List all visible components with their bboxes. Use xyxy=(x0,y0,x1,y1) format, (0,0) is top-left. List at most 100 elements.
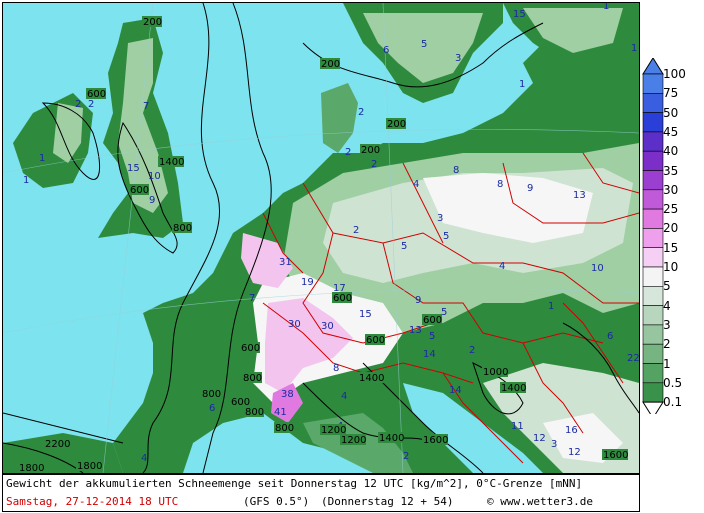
freezing-level-label: 600 xyxy=(366,335,385,346)
legend-value: 10 xyxy=(663,260,679,274)
snow-amount-label: 15 xyxy=(513,9,526,20)
chart-frame: 15 6 5 3 1 1 1 2 2 1 1 7 15 10 9 2 2 2 4 8 8 9 13 2 5 3 5 4 31 19 17 7 3… xyxy=(0,0,704,513)
freezing-level-label: 200 xyxy=(321,59,340,70)
freezing-level-label: 1600 xyxy=(603,450,628,461)
freezing-level-label: 600 xyxy=(423,315,442,326)
freezing-level-label: 1800 xyxy=(77,461,102,472)
snow-amount-label: 5 xyxy=(429,331,435,342)
caption-copyright: © www.wetter3.de xyxy=(487,495,593,508)
freezing-level-label: 800 xyxy=(243,373,262,384)
snow-amount-label: 5 xyxy=(443,231,449,242)
snow-amount-label: 13 xyxy=(409,325,422,336)
snow-amount-label: 4 xyxy=(141,453,147,464)
snow-amount-label: 1 xyxy=(603,3,609,12)
snow-amount-label: 3 xyxy=(455,53,461,64)
freezing-level-label: 1400 xyxy=(359,373,384,384)
snow-amount-label: 1 xyxy=(39,153,45,164)
freezing-level-label: 1400 xyxy=(501,383,526,394)
legend-value: 1 xyxy=(663,356,671,371)
legend-colorbar xyxy=(642,58,664,414)
legend-value: 2 xyxy=(663,337,671,352)
freezing-level-label: 1600 xyxy=(423,435,448,446)
snow-amount-label: 6 xyxy=(607,331,613,342)
snow-amount-label: 2 xyxy=(353,225,359,236)
legend-value: 20 xyxy=(663,221,679,236)
snow-amount-label: 2 xyxy=(345,147,351,158)
legend-swatch xyxy=(642,324,664,345)
snow-amount-label: 14 xyxy=(449,385,462,396)
caption-date: Samstag, 27-12-2014 18 UTC xyxy=(6,495,179,508)
snow-amount-label: 1 xyxy=(631,43,637,54)
snow-amount-label: 10 xyxy=(148,171,161,182)
snow-amount-label: 4 xyxy=(499,261,505,272)
snow-amount-label: 30 xyxy=(321,321,334,332)
freezing-level-label: 200 xyxy=(387,119,406,130)
legend-value: 30 xyxy=(663,182,679,197)
snow-amount-label: 12 xyxy=(533,433,546,444)
snow-amount-label: 2 xyxy=(88,99,94,110)
legend-swatch xyxy=(642,247,664,268)
map-canvas: 156531112 211715109222488 9132535431191773… xyxy=(3,3,639,473)
legend-value: 75 xyxy=(663,86,679,101)
snow-amount-label: 8 xyxy=(333,363,339,374)
legend-value: 35 xyxy=(663,163,679,178)
caption-run: (Donnerstag 12 + 54) xyxy=(321,495,454,508)
freezing-level-label: 800 xyxy=(173,223,192,234)
snow-amount-label: 8 xyxy=(453,165,459,176)
snow-amount-label: 3 xyxy=(551,439,557,450)
freezing-level-label: 600 xyxy=(87,89,106,100)
snow-amount-label: 38 xyxy=(281,389,294,400)
freezing-level-label: 600 xyxy=(130,185,149,196)
snow-amount-label: 2 xyxy=(469,345,475,356)
legend-swatch xyxy=(642,343,664,364)
legend-swatch xyxy=(642,189,664,210)
snow-amount-label: 9 xyxy=(415,295,421,306)
legend-value: 5 xyxy=(663,279,671,294)
snow-amount-label: 10 xyxy=(591,263,604,274)
snow-amount-label: 15 xyxy=(359,309,372,320)
legend-swatch xyxy=(642,286,664,306)
legend-swatch xyxy=(642,266,664,287)
freezing-level-label: 1400 xyxy=(159,157,184,168)
legend-swatch xyxy=(642,131,664,152)
snow-amount-label: 12 xyxy=(568,447,581,458)
freezing-level-label: 1200 xyxy=(341,435,366,446)
legend-value: 100 xyxy=(663,67,686,81)
legend-value: 45 xyxy=(663,124,679,139)
snow-amount-label: 9 xyxy=(527,183,533,194)
legend-value: 40 xyxy=(663,144,679,159)
snow-amount-label: 22 xyxy=(627,353,639,364)
legend-swatch xyxy=(642,112,664,133)
snow-amount-label: 7 xyxy=(249,293,255,304)
legend-swatch xyxy=(642,382,664,403)
snow-amount-label: 3 xyxy=(437,213,443,224)
legend-arrow-top xyxy=(642,58,664,75)
legend-swatch xyxy=(642,363,664,384)
legend-swatch xyxy=(642,305,664,326)
freezing-level-label: 800 xyxy=(275,423,294,434)
freezing-level-label: 200 xyxy=(361,145,380,156)
freezing-level-label: 2200 xyxy=(45,439,70,450)
freezing-level-label: 1400 xyxy=(379,433,404,444)
snow-amount-label: 4 xyxy=(413,179,419,190)
snow-amount-label: 16 xyxy=(565,425,578,436)
legend-value: 0.5 xyxy=(663,375,683,390)
legend-value: 50 xyxy=(663,105,679,120)
snow-amount-label: 2 xyxy=(403,451,409,462)
snow-amount-label: 4 xyxy=(341,391,347,402)
legend-swatch xyxy=(642,73,664,94)
legend-value: 3 xyxy=(663,317,671,332)
freezing-level-label: 1800 xyxy=(19,463,44,473)
snow-amount-label: 19 xyxy=(301,277,314,288)
legend-value: 15 xyxy=(663,240,679,255)
snow-amount-label: 30 xyxy=(288,319,301,330)
snow-amount-label: 41 xyxy=(274,407,287,418)
legend-arrow-bottom xyxy=(642,401,664,414)
freezing-level-label: 1000 xyxy=(483,367,508,378)
snow-amount-label: 2 xyxy=(371,159,377,170)
legend-value: 25 xyxy=(663,202,679,217)
snow-amount-label: 14 xyxy=(423,349,436,360)
legend-swatch xyxy=(642,92,664,113)
freezing-level-label: 800 xyxy=(245,407,264,418)
snow-amount-label: 5 xyxy=(421,39,427,50)
